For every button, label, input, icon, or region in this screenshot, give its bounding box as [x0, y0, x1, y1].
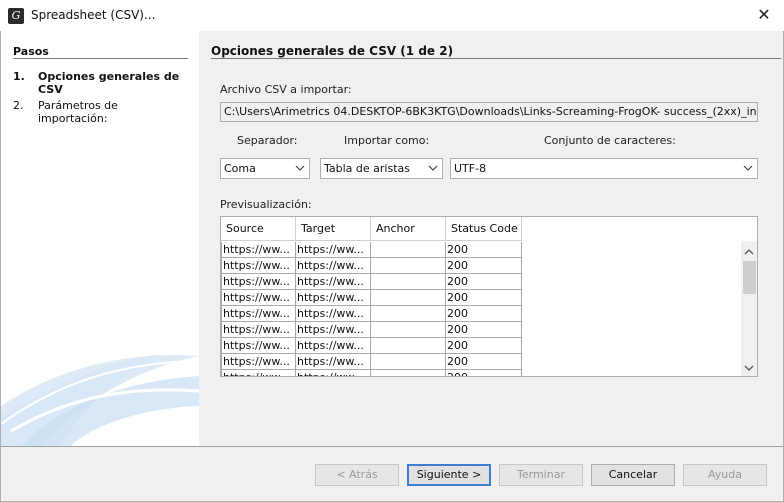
back-button[interactable]: < Atrás — [315, 464, 399, 486]
table-cell[interactable] — [371, 322, 446, 338]
table-cell[interactable] — [371, 242, 446, 258]
column-header-status-code[interactable]: Status Code — [446, 217, 522, 241]
chevron-down-icon — [295, 165, 305, 171]
table-cell[interactable]: https://ww... — [296, 306, 371, 322]
table-cell[interactable]: 200 — [446, 274, 522, 290]
separator-select-value: Coma — [224, 162, 256, 175]
import-as-select-value: Tabla de aristas — [324, 162, 410, 175]
column-header-anchor[interactable]: Anchor — [371, 217, 446, 241]
table-cell[interactable]: https://ww... — [221, 338, 296, 354]
table-cell[interactable] — [371, 354, 446, 370]
table-cell[interactable]: https://ww... — [221, 322, 296, 338]
chevron-down-icon — [428, 165, 438, 171]
table-cell[interactable]: https://ww... — [221, 274, 296, 290]
close-icon[interactable]: ✕ — [752, 4, 776, 26]
scroll-down-icon[interactable] — [743, 362, 755, 374]
table-cell[interactable]: 200 — [446, 242, 522, 258]
table-cell[interactable]: https://ww... — [221, 258, 296, 274]
preview-label: Previsualización: — [220, 198, 312, 211]
step-label: Parámetros de importación: — [38, 99, 118, 125]
table-cell[interactable]: 200 — [446, 354, 522, 370]
import-as-label: Importar como: — [344, 134, 430, 147]
table-cell[interactable]: https://ww... — [221, 306, 296, 322]
separator-select[interactable]: Coma — [220, 158, 310, 179]
window-title: Spreadsheet (CSV)... — [31, 8, 156, 22]
table-cell[interactable]: https://ww... — [296, 242, 371, 258]
table-cell[interactable] — [371, 290, 446, 306]
chevron-down-icon — [743, 165, 753, 171]
table-cell[interactable]: https://ww... — [221, 354, 296, 370]
steps-title: Pasos — [13, 45, 49, 58]
table-cell[interactable] — [371, 258, 446, 274]
next-button[interactable]: Siguiente > — [407, 464, 491, 486]
file-path-field[interactable]: C:\Users\Arimetrics 04.DESKTOP-6BK3KTG\D… — [220, 102, 758, 122]
finish-button[interactable]: Terminar — [499, 464, 583, 486]
steps-divider — [13, 58, 188, 59]
table-cell[interactable]: 200 — [446, 258, 522, 274]
cancel-button[interactable]: Cancelar — [591, 464, 675, 486]
table-cell[interactable]: 200 — [446, 322, 522, 338]
table-cell[interactable]: 200 — [446, 338, 522, 354]
table-cell[interactable]: https://ww... — [221, 290, 296, 306]
step-number: 1. — [13, 70, 25, 83]
table-cell[interactable]: 200 — [446, 306, 522, 322]
scroll-thumb[interactable] — [743, 261, 756, 294]
vertical-scrollbar[interactable] — [741, 241, 757, 376]
table-cell[interactable]: https://ww... — [296, 370, 371, 376]
table-cell[interactable]: 200 — [446, 370, 522, 376]
file-label: Archivo CSV a importar: — [220, 83, 352, 96]
table-cell[interactable] — [371, 274, 446, 290]
title-bar: G Spreadsheet (CSV)... ✕ — [0, 0, 784, 31]
table-cell[interactable]: https://ww... — [296, 290, 371, 306]
charset-label: Conjunto de caracteres: — [544, 134, 676, 147]
page-title: Opciones generales de CSV (1 de 2) — [211, 44, 454, 58]
table-cell[interactable]: https://ww... — [296, 354, 371, 370]
charset-select[interactable]: UTF-8 — [450, 158, 758, 179]
app-icon: G — [8, 8, 24, 24]
table-cell[interactable] — [371, 370, 446, 376]
step-label: Opciones generales de CSV — [38, 70, 180, 96]
step-number: 2. — [13, 99, 24, 112]
scroll-up-icon[interactable] — [743, 246, 755, 258]
table-cell[interactable]: https://ww... — [296, 274, 371, 290]
steps-sidebar: Pasos 1. Opciones generales de CSV 2. Pa… — [1, 31, 199, 446]
column-header-source[interactable]: Source — [221, 217, 296, 241]
charset-select-value: UTF-8 — [454, 162, 487, 175]
sidebar-decorative-art — [1, 354, 199, 446]
table-cell[interactable]: https://ww... — [296, 322, 371, 338]
import-as-select[interactable]: Tabla de aristas — [320, 158, 443, 179]
title-divider — [211, 58, 781, 59]
table-cell[interactable]: https://ww... — [296, 258, 371, 274]
table-cell[interactable]: https://ww... — [221, 370, 296, 376]
table-cell[interactable]: 200 — [446, 290, 522, 306]
main-panel: Opciones generales de CSV (1 de 2) Archi… — [199, 31, 783, 446]
column-header-target[interactable]: Target — [296, 217, 371, 241]
separator-label: Separador: — [237, 134, 298, 147]
table-cell[interactable] — [371, 306, 446, 322]
preview-table[interactable]: Source Target Anchor Status Code https:/… — [220, 216, 758, 377]
table-cell[interactable]: https://ww... — [221, 242, 296, 258]
table-cell[interactable]: https://ww... — [296, 338, 371, 354]
help-button[interactable]: Ayuda — [683, 464, 767, 486]
table-cell[interactable] — [371, 338, 446, 354]
